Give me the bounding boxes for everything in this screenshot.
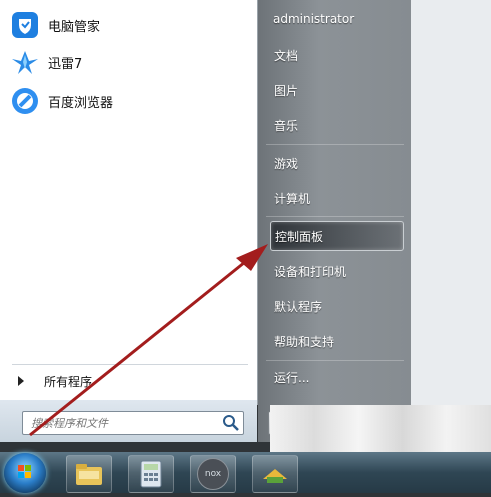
pc-manager-icon <box>10 10 40 40</box>
menu-item-computer[interactable]: 计算机 <box>274 190 310 207</box>
menu-item-music[interactable]: 音乐 <box>274 117 298 134</box>
all-programs-button[interactable]: 所有程序 <box>10 370 250 392</box>
divider <box>12 364 248 365</box>
file-explorer-icon <box>76 464 102 485</box>
all-programs-label: 所有程序 <box>44 374 93 389</box>
windows-logo-icon <box>18 465 31 478</box>
calculator-icon <box>140 460 162 488</box>
nox-icon: nox <box>197 458 229 490</box>
program-item-baidu-browser[interactable]: 百度浏览器 <box>10 84 250 118</box>
user-name[interactable]: administrator <box>273 12 354 26</box>
start-menu-programs-pane: 电脑管家 迅雷7 百度浏览器 所有程序 <box>0 0 258 405</box>
search-icon[interactable] <box>221 413 241 433</box>
search-input[interactable] <box>29 415 221 431</box>
program-item-pc-manager[interactable]: 电脑管家 <box>10 8 250 42</box>
triangle-right-icon <box>18 376 24 386</box>
menu-item-documents[interactable]: 文档 <box>274 47 298 64</box>
start-button[interactable] <box>4 453 46 493</box>
menu-item-help-support[interactable]: 帮助和支持 <box>274 333 334 350</box>
xunlei-icon <box>10 47 40 77</box>
program-label: 迅雷7 <box>48 56 83 72</box>
divider <box>266 216 404 217</box>
divider <box>266 360 404 361</box>
taskbar-button-calculator[interactable] <box>128 455 174 493</box>
menu-item-control-panel[interactable]: 控制面板 <box>270 221 404 251</box>
program-label: 百度浏览器 <box>48 95 114 111</box>
search-box[interactable] <box>22 411 244 435</box>
program-label: 电脑管家 <box>48 19 101 35</box>
program-item-xunlei[interactable]: 迅雷7 <box>10 45 250 79</box>
taskbar-button-app[interactable] <box>252 455 298 493</box>
app-icon <box>263 469 287 483</box>
menu-item-games[interactable]: 游戏 <box>274 155 298 172</box>
menu-item-devices-printers[interactable]: 设备和打印机 <box>274 263 346 280</box>
menu-item-default-programs[interactable]: 默认程序 <box>274 298 322 315</box>
taskbar-button-nox[interactable]: nox <box>190 455 236 493</box>
taskbar-button-explorer[interactable] <box>66 455 112 493</box>
baidu-browser-icon <box>10 86 40 116</box>
control-panel-label: 控制面板 <box>275 230 324 244</box>
menu-item-run[interactable]: 运行... <box>274 369 309 386</box>
divider <box>266 144 404 145</box>
menu-item-pictures[interactable]: 图片 <box>274 82 298 99</box>
